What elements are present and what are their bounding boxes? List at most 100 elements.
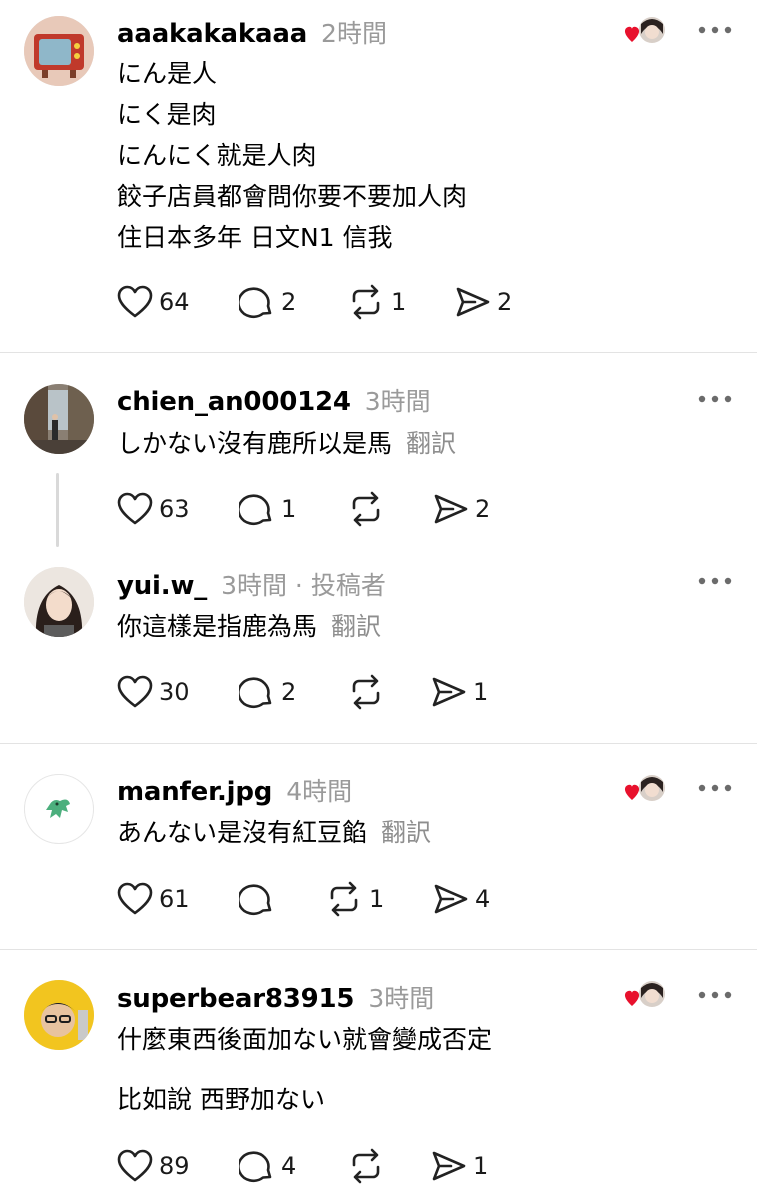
action-bar: 89 4 1: [117, 1146, 488, 1186]
post-text: 你這樣是指鹿為馬: [117, 612, 318, 641]
reply-button[interactable]: [239, 879, 325, 919]
avatar[interactable]: [24, 980, 94, 1050]
post-text-line: 餃子店員都會問你要不要加人肉: [117, 182, 468, 211]
post-text-line: 住日本多年 日文N1 信我: [117, 223, 393, 252]
repost-button[interactable]: 1: [347, 282, 455, 322]
like-button[interactable]: 63: [117, 489, 239, 529]
post-text-line: にん是人: [117, 59, 218, 88]
repost-button[interactable]: [347, 672, 431, 712]
post-text: あんない是沒有紅豆餡: [117, 818, 368, 847]
avatar[interactable]: [24, 774, 94, 844]
like-count: 30: [159, 678, 190, 706]
action-bar: 64 2 1 2: [117, 282, 512, 322]
heart-icon: [117, 285, 153, 318]
share-icon: [434, 884, 468, 914]
post-text-line: 什麼東西後面加ない就會變成否定: [117, 1025, 493, 1054]
timestamp: 3時間 · 投稿者: [221, 571, 386, 600]
action-bar: 30 2 1: [117, 672, 488, 712]
post-header: superbear83915 3時間: [117, 979, 434, 1015]
comment-icon: [239, 1151, 272, 1182]
repost-icon: [352, 674, 380, 710]
comment-icon: [239, 494, 272, 525]
translate-link[interactable]: 翻訳: [331, 612, 381, 641]
username[interactable]: manfer.jpg: [117, 777, 272, 807]
reply-post: chien_an000124 3時間 しかない沒有鹿所以是馬 翻訳 63 1 2: [0, 353, 757, 547]
post-text-line: にく是肉: [117, 100, 217, 129]
heart-icon: [117, 882, 153, 915]
avatar[interactable]: [24, 567, 94, 637]
share-button[interactable]: 2: [455, 282, 512, 322]
timestamp: 3時間: [364, 387, 431, 416]
post-header: yui.w_ 3時間 · 投稿者: [117, 566, 386, 602]
share-button[interactable]: 4: [433, 879, 490, 919]
more-icon[interactable]: [697, 778, 733, 798]
comment-icon: [239, 884, 272, 915]
reply-button[interactable]: 2: [239, 672, 347, 712]
action-bar: 61 1 4: [117, 879, 490, 919]
share-count: 4: [475, 885, 491, 913]
like-count: 63: [159, 495, 190, 523]
post-header: manfer.jpg 4時間: [117, 772, 352, 808]
reply-button[interactable]: 2: [239, 282, 347, 322]
like-count: 89: [159, 1152, 190, 1180]
avatar[interactable]: [24, 16, 94, 86]
share-icon: [456, 287, 490, 317]
share-icon: [434, 494, 468, 524]
reply-post: aaakakakaaa 2時間 にん是人 にく是肉 にんにく就是人肉 餃子店員都…: [0, 0, 757, 352]
more-icon[interactable]: [697, 571, 733, 591]
repost-button[interactable]: [347, 489, 433, 529]
share-button[interactable]: 1: [431, 1146, 488, 1186]
like-button[interactable]: 64: [117, 282, 239, 322]
heart-icon: [117, 675, 153, 708]
share-count: 2: [497, 288, 513, 316]
post-text-line: にんにく就是人肉: [117, 141, 317, 170]
avatar[interactable]: [24, 384, 94, 454]
share-button[interactable]: 2: [433, 489, 490, 529]
repost-icon: [352, 284, 380, 320]
reply-count: 1: [281, 495, 297, 523]
username[interactable]: superbear83915: [117, 984, 355, 1014]
comment-icon: [239, 677, 272, 708]
post-text-line: 比如說 西野加ない: [117, 1085, 325, 1114]
action-bar: 63 1 2: [117, 489, 490, 529]
author-liked-badge: [622, 772, 666, 806]
translate-link[interactable]: 翻訳: [406, 429, 456, 458]
username[interactable]: aaakakakaaa: [117, 19, 307, 49]
share-icon: [432, 677, 466, 707]
like-button[interactable]: 30: [117, 672, 239, 712]
share-count: 2: [475, 495, 491, 523]
reply-count: 2: [281, 678, 297, 706]
reply-button[interactable]: 4: [239, 1146, 347, 1186]
timestamp: 4時間: [286, 777, 353, 806]
share-icon: [432, 1151, 466, 1181]
username[interactable]: chien_an000124: [117, 387, 351, 417]
reply-button[interactable]: 1: [239, 489, 347, 529]
repost-count: 1: [391, 288, 407, 316]
repost-button[interactable]: [347, 1146, 431, 1186]
repost-button[interactable]: 1: [325, 879, 433, 919]
share-button[interactable]: 1: [431, 672, 488, 712]
more-icon[interactable]: [697, 985, 733, 1005]
share-count: 1: [473, 1152, 489, 1180]
like-count: 64: [159, 288, 190, 316]
repost-icon: [352, 491, 380, 527]
more-icon[interactable]: [697, 389, 733, 409]
more-icon[interactable]: [697, 20, 733, 40]
timestamp: 2時間: [321, 19, 387, 48]
repost-icon: [330, 881, 358, 917]
like-button[interactable]: 61: [117, 879, 239, 919]
translate-link[interactable]: 翻訳: [381, 818, 431, 847]
like-button[interactable]: 89: [117, 1146, 239, 1186]
comment-icon: [239, 287, 272, 318]
heart-icon: [117, 1149, 153, 1182]
reply-count: 2: [281, 288, 297, 316]
username[interactable]: yui.w_: [117, 571, 207, 601]
post-text-line: あんない是沒有紅豆餡 翻訳: [117, 816, 431, 850]
post-header: aaakakakaaa 2時間: [117, 14, 387, 50]
post-text: しかない沒有鹿所以是馬: [117, 429, 393, 458]
reply-post: yui.w_ 3時間 · 投稿者 你這樣是指鹿為馬 翻訳 30 2 1: [0, 545, 757, 743]
timestamp: 3時間: [368, 984, 435, 1013]
share-count: 1: [473, 678, 489, 706]
like-count: 61: [159, 885, 190, 913]
thread-line: [56, 473, 59, 547]
